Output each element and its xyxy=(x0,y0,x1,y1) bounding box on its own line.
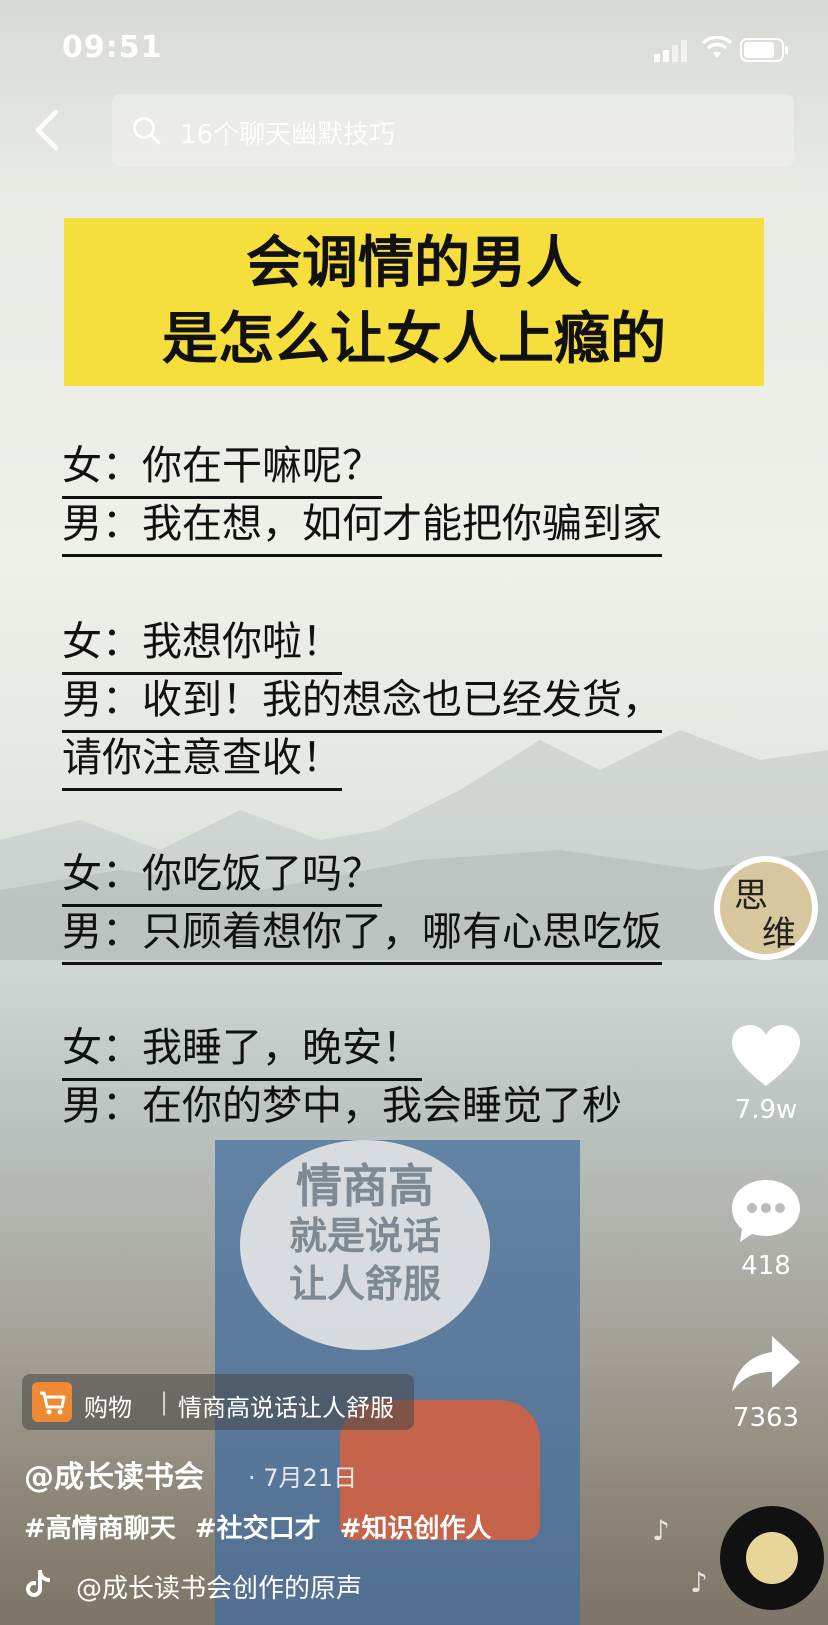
book-title-line-2: 就是说话 xyxy=(288,1214,441,1258)
like-count: 7.9w xyxy=(734,1095,798,1125)
cart-icon xyxy=(32,1382,72,1422)
battery-icon xyxy=(740,38,788,62)
conversation-line: 女：你吃饭了吗？ xyxy=(62,848,382,907)
music-note-icon: ♪ xyxy=(690,1566,708,1599)
signal-icon xyxy=(654,40,687,62)
conversation-line: 女：我睡了，晚安！ xyxy=(62,1022,422,1081)
conversation-line: 请你注意查收！ xyxy=(62,732,342,791)
status-time: 09:51 xyxy=(62,30,163,65)
hashtag-link[interactable]: #社交口才 xyxy=(195,1514,321,1544)
wifi-icon xyxy=(702,36,732,58)
author-name[interactable]: @成长读书会 xyxy=(24,1452,204,1496)
avatar-image: 思 维 xyxy=(720,862,812,954)
video-title-banner: 会调情的男人 是怎么让女人上瘾的 xyxy=(64,218,764,386)
conversation-text: 女：你在干嘛呢？ 男：我在想，如何才能把你骗到家 女：我想你啦！ 男：收到！我的… xyxy=(62,440,782,1130)
status-bar: 09:51 xyxy=(0,30,828,70)
conversation-line: 女：我想你啦！ xyxy=(62,616,342,675)
shopping-title: 情商高说话让人舒服 xyxy=(178,1394,394,1422)
shopping-label: 购物 xyxy=(84,1394,132,1422)
shopping-separator: | xyxy=(160,1388,169,1416)
conversation-line: 女：你在干嘛呢？ xyxy=(62,440,382,499)
avatar-char-2: 维 xyxy=(762,914,796,954)
comment-button[interactable]: 418 xyxy=(716,1178,816,1281)
book-cover-bubble: 情商高 就是说话 让人舒服 xyxy=(240,1140,490,1350)
search-placeholder: 16个聊天幽默技巧 xyxy=(180,120,396,150)
shopping-tag[interactable]: 购物 | 情商高说话让人舒服 xyxy=(22,1374,414,1430)
conversation-line: 男：收到！我的想念也已经发货， xyxy=(62,674,662,733)
search-icon xyxy=(133,117,161,145)
comment-icon xyxy=(732,1180,800,1242)
banner-line-1: 会调情的男人 xyxy=(246,231,582,296)
music-disc-cover xyxy=(746,1532,798,1584)
music-note-icon: ♪ xyxy=(652,1514,670,1547)
conversation-line: 男：在你的梦中，我会睡觉了秒 xyxy=(62,1080,622,1130)
hashtags: #高情商聊天 #社交口才 #知识创作人 xyxy=(24,1508,502,1545)
like-button[interactable]: 7.9w xyxy=(716,1024,816,1125)
heart-icon xyxy=(732,1025,800,1086)
hashtag-link[interactable]: #知识创作人 xyxy=(340,1514,492,1544)
comment-count: 418 xyxy=(741,1251,791,1281)
post-date: · 7月21日 xyxy=(248,1464,358,1492)
share-button[interactable]: 7363 xyxy=(716,1334,816,1433)
creator-avatar[interactable]: 思 维 xyxy=(714,856,818,960)
share-icon xyxy=(732,1336,800,1392)
tiktok-note-icon xyxy=(26,1570,50,1598)
sound-title: @成长读书会创作的原声 xyxy=(76,1574,363,1604)
banner-line-2: 是怎么让女人上瘾的 xyxy=(162,307,666,372)
book-title-line-3: 让人舒服 xyxy=(288,1262,441,1306)
conversation-line: 男：只顾着想你了，哪有心思吃饭 xyxy=(62,906,662,965)
back-button[interactable] xyxy=(30,108,70,152)
search-bar[interactable]: 16个聊天幽默技巧 xyxy=(112,94,794,166)
conversation-line: 男：我在想，如何才能把你骗到家 xyxy=(62,498,662,557)
book-title-line-1: 情商高 xyxy=(296,1159,434,1213)
music-disc[interactable] xyxy=(720,1506,824,1610)
share-count: 7363 xyxy=(732,1403,800,1433)
hashtag-link[interactable]: #高情商聊天 xyxy=(24,1514,176,1544)
